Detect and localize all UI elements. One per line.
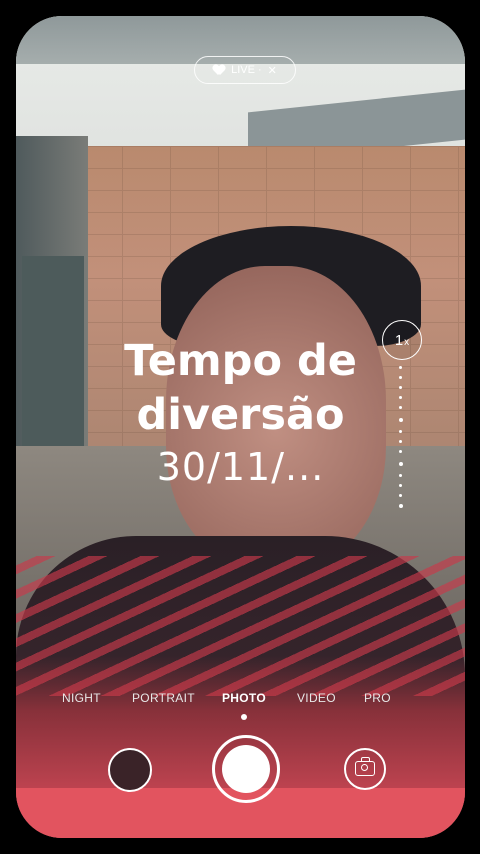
zoom-value: 1 xyxy=(394,331,404,349)
gallery-thumbnail-button[interactable] xyxy=(108,748,152,792)
mode-pro[interactable]: PRO xyxy=(364,691,391,705)
zoom-tick xyxy=(399,396,402,399)
mode-night[interactable]: NIGHT xyxy=(62,691,101,705)
caption-date: 30/11/... xyxy=(156,445,325,489)
top-pill-close: ✕ xyxy=(267,64,277,77)
zoom-tick xyxy=(399,430,402,433)
zoom-tick xyxy=(399,440,402,443)
zoom-tick xyxy=(399,386,402,389)
switch-camera-button[interactable] xyxy=(344,748,386,790)
zoom-tick xyxy=(399,376,402,379)
shutter-inner xyxy=(222,745,270,793)
caption-title-line-2: diversão xyxy=(136,390,345,440)
top-pill[interactable]: LIVE · ✕ xyxy=(194,56,296,84)
zoom-tick xyxy=(399,484,402,487)
heart-icon xyxy=(213,65,225,76)
zoom-slider[interactable] xyxy=(399,366,403,516)
mode-photo[interactable]: PHOTO xyxy=(222,691,266,705)
zoom-suffix: x xyxy=(404,336,410,348)
zoom-tick xyxy=(399,450,402,453)
zoom-button[interactable]: 1x xyxy=(382,320,422,360)
zoom-tick xyxy=(399,366,402,369)
camera-viewfinder[interactable]: LIVE · ✕ Tempo de diversão 30/11/... 1x … xyxy=(16,16,465,838)
top-pill-label: LIVE · xyxy=(231,64,262,76)
zoom-tick xyxy=(399,494,402,497)
zoom-tick xyxy=(399,474,402,477)
zoom-tick-major xyxy=(399,504,403,508)
zoom-tick xyxy=(399,406,402,409)
mode-selector: NIGHT PORTRAIT PHOTO VIDEO PRO xyxy=(16,691,465,711)
shutter-button[interactable] xyxy=(212,735,280,803)
zoom-tick-major xyxy=(399,462,403,466)
mode-portrait[interactable]: PORTRAIT xyxy=(132,691,195,705)
zoom-tick-major xyxy=(399,418,403,422)
active-mode-indicator xyxy=(241,714,247,720)
camera-switch-icon xyxy=(355,757,375,776)
mode-video[interactable]: VIDEO xyxy=(297,691,336,705)
